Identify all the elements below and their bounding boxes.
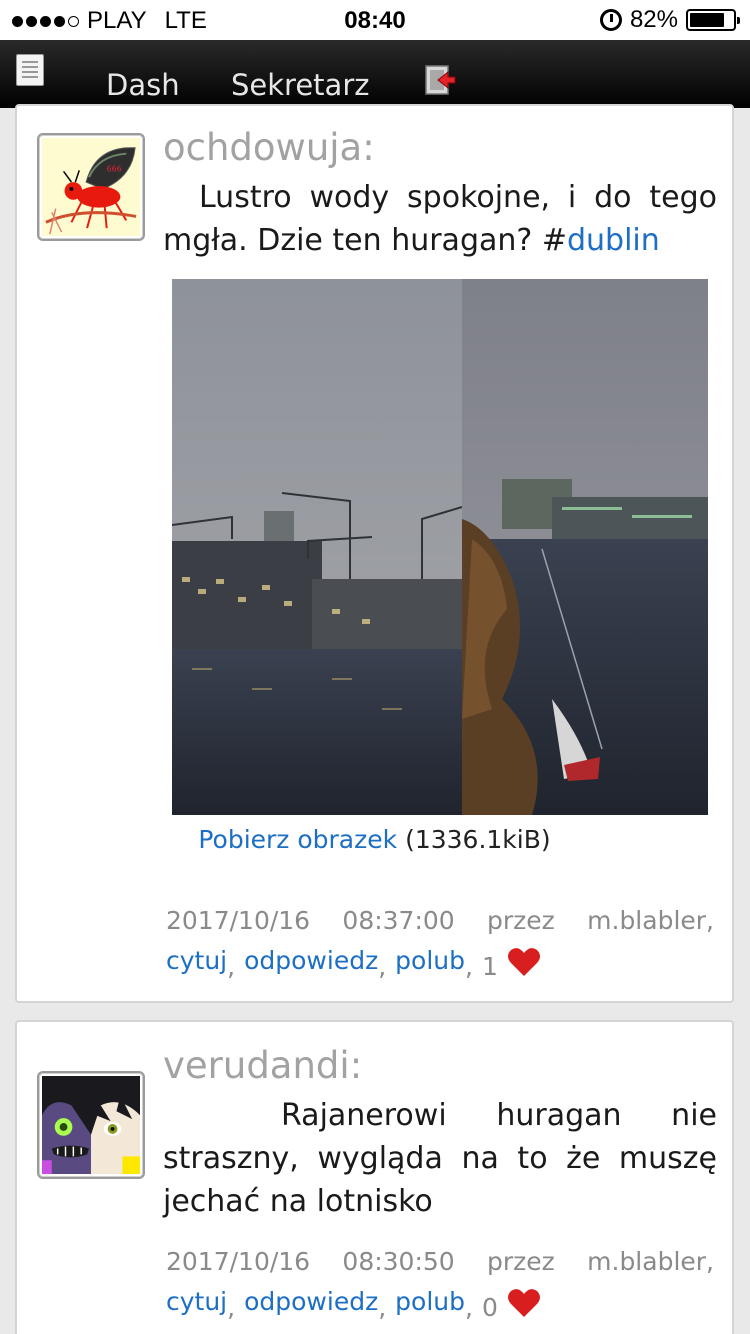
meta-line: 2017/10/16 08:37:00 przez m.blabler, (166, 906, 714, 935)
heart-icon[interactable] (507, 947, 540, 977)
post-meta: 2017/10/16 08:30:50 przez m.blabler, cyt… (166, 1247, 714, 1322)
separator: , (464, 1293, 473, 1322)
exit-icon[interactable] (424, 64, 456, 96)
post-card: verudandi: Rajanerowi huragan nie strasz… (15, 1020, 734, 1334)
separator: , (378, 1293, 387, 1322)
post-actions: cytuj, odpowiedz, polub, 1 (166, 945, 714, 981)
battery-fill (690, 13, 725, 27)
separator: , (227, 952, 236, 981)
post-text: Rajanerowi huragan nie straszny, wygląda… (163, 1094, 717, 1223)
doc-line (22, 61, 38, 63)
top-navigation: Dash Sekretarz (0, 40, 750, 108)
post-date: 2017/10/16 (166, 906, 311, 935)
quote-link[interactable]: cytuj (166, 946, 227, 975)
download-row: Pobierz obrazek (1336.1kiB) (17, 825, 732, 854)
quote-link[interactable]: cytuj (166, 1287, 227, 1316)
post-card: 666 ochdowuja: Lustro wody spokojne, i d… (15, 104, 734, 1003)
alarm-icon (599, 9, 622, 31)
post-text-body: Rajanerowi huragan nie straszny, wygląda… (163, 1098, 717, 1219)
via-client: m.blabler, (587, 1247, 714, 1276)
like-link[interactable]: polub (395, 1287, 465, 1316)
separator: , (378, 952, 387, 981)
post-meta: 2017/10/16 08:37:00 przez m.blabler, cyt… (166, 906, 714, 981)
post-author[interactable]: ochdowuja: (163, 126, 375, 169)
download-image-link[interactable]: Pobierz obrazek (198, 825, 397, 854)
post-author[interactable]: verudandi: (163, 1044, 362, 1087)
status-right: 82% (599, 6, 740, 34)
document-icon[interactable] (16, 54, 44, 86)
via-label: przez (487, 906, 555, 935)
dublin-river-photo (172, 279, 708, 815)
avatar[interactable]: 666 (37, 133, 145, 241)
hashtag-link[interactable]: dublin (567, 223, 660, 258)
like-count: 0 (481, 1293, 498, 1322)
via-label: przez (487, 1247, 555, 1276)
post-time[interactable]: 08:37:00 (342, 906, 454, 935)
separator: , (464, 952, 473, 981)
anime-avatar-image (42, 1076, 140, 1174)
post-date: 2017/10/16 (166, 1247, 311, 1276)
like-count: 1 (481, 952, 498, 981)
reply-link[interactable]: odpowiedz (244, 946, 378, 975)
post-actions: cytuj, odpowiedz, polub, 0 (166, 1286, 714, 1322)
doc-line (22, 66, 38, 68)
status-bar: PLAY LTE 08:40 82% (0, 0, 750, 40)
doc-line (22, 71, 38, 73)
download-size: (1336.1kiB) (405, 825, 551, 854)
post-time[interactable]: 08:30:50 (342, 1247, 454, 1276)
via-client: m.blabler, (587, 906, 714, 935)
doc-line (22, 76, 38, 78)
avatar[interactable] (37, 1071, 145, 1179)
separator: , (227, 1293, 236, 1322)
reply-link[interactable]: odpowiedz (244, 1287, 378, 1316)
heart-icon[interactable] (507, 1288, 540, 1318)
nav-sekretarz[interactable]: Sekretarz (231, 68, 369, 102)
battery-percent: 82% (629, 6, 678, 33)
like-link[interactable]: polub (395, 946, 465, 975)
meta-line: 2017/10/16 08:30:50 przez m.blabler, (166, 1247, 714, 1276)
nav-dash[interactable]: Dash (106, 68, 180, 102)
post-photo[interactable] (172, 279, 708, 815)
battery-icon (686, 9, 740, 31)
bug-avatar-image: 666 (42, 138, 140, 236)
svg-text:666: 666 (107, 164, 122, 173)
post-text: Lustro wody spokojne, i do tego mgła. Dz… (163, 176, 717, 262)
